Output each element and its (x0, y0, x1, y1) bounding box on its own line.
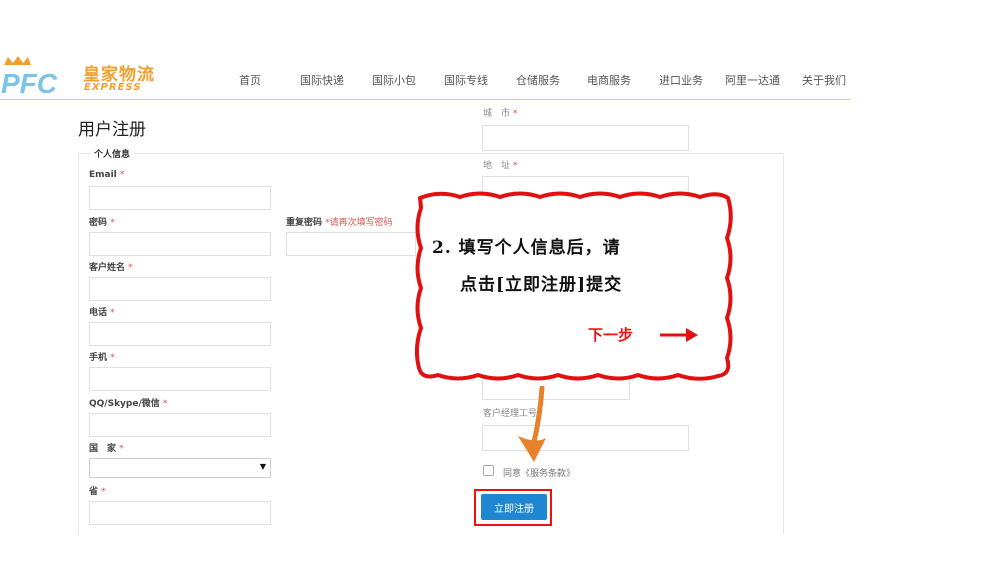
country-label: 国 家 * (89, 444, 124, 454)
confirm-password-input[interactable] (286, 232, 416, 256)
country-select[interactable]: ▼ (89, 458, 271, 478)
confirm-password-label: 重复密码 *请再次填写密码 (286, 218, 393, 228)
section-title: 个人信息 (90, 147, 135, 160)
im-label: QQ/Skype/微信 * (89, 399, 168, 409)
crown-icon (4, 56, 31, 65)
name-label: 客户姓名 * (89, 263, 133, 273)
email-input[interactable] (89, 186, 271, 210)
province-input[interactable] (89, 501, 271, 525)
nav-alibaba-onetouch[interactable]: 阿里一达通 (725, 72, 780, 88)
next-step-label: 下一步 (588, 326, 634, 344)
email-label: Email * (89, 170, 125, 180)
password-input[interactable] (89, 232, 271, 256)
mobile-label: 手机 * (89, 353, 115, 363)
logo-subtext: EXPRESS (84, 82, 142, 93)
callout-line-2: 点击[立即注册]提交 (460, 275, 623, 295)
province-label: 省 * (89, 487, 106, 497)
mobile-input[interactable] (89, 367, 271, 391)
nav-international-express[interactable]: 国际快递 (300, 72, 344, 88)
im-input[interactable] (89, 413, 271, 437)
arrow-down-icon (518, 386, 546, 462)
phone-label: 电话 * (89, 308, 115, 318)
header-divider (0, 99, 850, 100)
chevron-down-icon: ▼ (259, 462, 266, 471)
nav-international-parcel[interactable]: 国际小包 (372, 72, 416, 88)
nav-ecommerce[interactable]: 电商服务 (587, 72, 631, 88)
name-input[interactable] (89, 277, 271, 301)
nav-international-line[interactable]: 国际专线 (444, 72, 488, 88)
logo-mark-text: PFC (1, 68, 58, 97)
nav-warehouse[interactable]: 仓储服务 (516, 72, 560, 88)
page-title: 用户注册 (78, 120, 146, 140)
nav-about[interactable]: 关于我们 (802, 72, 846, 88)
arrow-right-icon (660, 328, 698, 342)
nav-import[interactable]: 进口业务 (659, 72, 703, 88)
nav-home[interactable]: 首页 (239, 72, 261, 88)
terms-link[interactable]: 同意《服务条款》 (503, 466, 575, 479)
agree-checkbox[interactable] (483, 465, 494, 476)
address-label: 地 址 * (483, 161, 518, 171)
password-label: 密码 * (89, 218, 115, 228)
city-input[interactable] (482, 125, 689, 151)
callout-line-1: 2. 填写个人信息后，请 (432, 238, 621, 258)
register-button[interactable]: 立即注册 (481, 494, 547, 520)
phone-input[interactable] (89, 322, 271, 346)
city-label: 城 市 * (483, 109, 518, 119)
